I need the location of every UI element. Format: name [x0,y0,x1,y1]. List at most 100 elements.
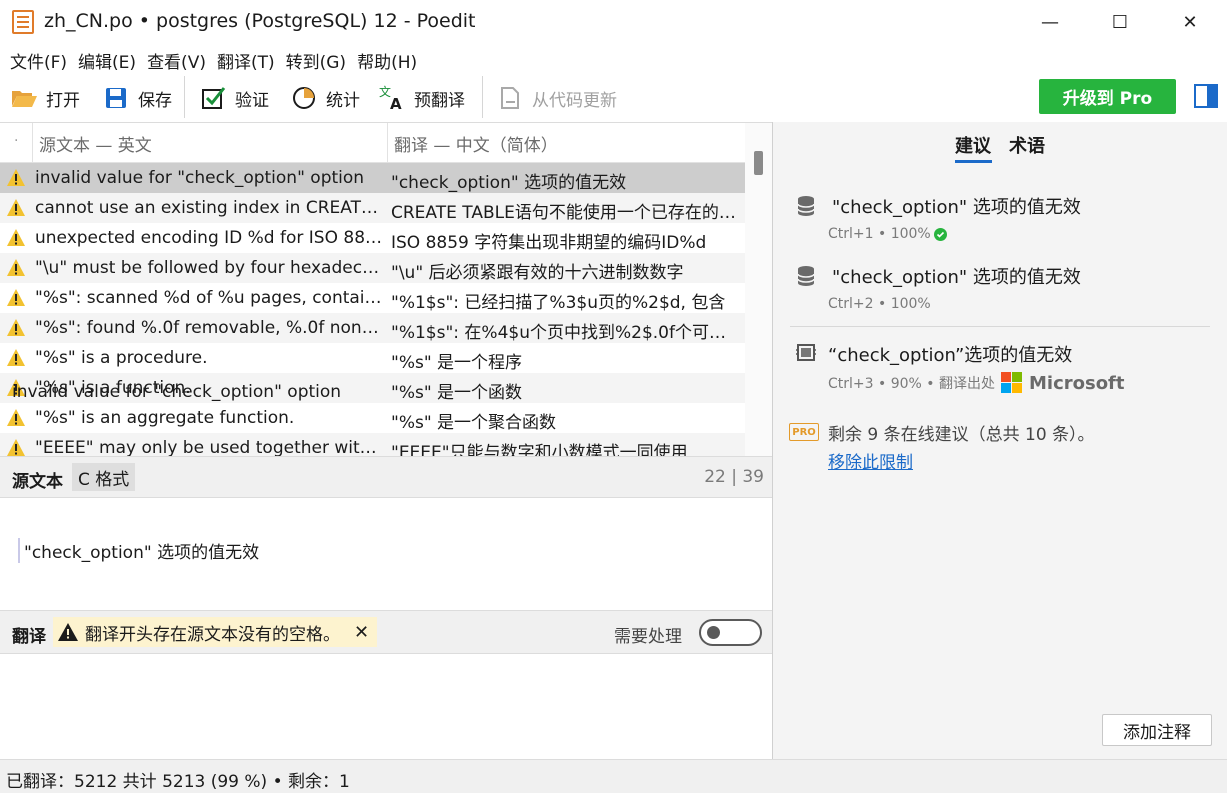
row-translation: "\u" 后必须紧跟有效的十六进制数数字 [391,263,684,283]
translation-label: 翻译 [12,627,46,647]
pretranslate-button[interactable]: 文A 预翻译 [378,82,465,114]
list-scrollbar[interactable] [745,123,772,456]
list-row[interactable]: "%s" is an aggregate function. "%s" 是一个聚… [0,403,745,433]
menu-view[interactable]: 查看(V) [147,48,206,73]
row-source: "\u" must be followed by four hexadecima… [35,258,383,278]
suggestion-meta: Ctrl+1 • 100% [828,226,947,242]
source-column-header[interactable]: 源文本 — 英文 [32,123,387,163]
menu-file[interactable]: 文件(F) [10,48,67,73]
menu-goto[interactable]: 转到(G) [286,48,346,73]
update-from-code-button[interactable]: 从代码更新 [496,82,617,114]
menu-help[interactable]: 帮助(H) [357,48,417,73]
plural-count: 22 | 39 [704,467,764,487]
close-button[interactable]: ✕ [1155,0,1225,44]
list-row[interactable]: "\u" must be followed by four hexadecima… [0,253,745,283]
pretranslate-label: 预翻译 [414,90,465,111]
tab-suggestions[interactable]: 建议 [955,132,991,158]
pro-badge: PRO [789,423,819,441]
svg-text:A: A [390,95,402,112]
c-format-tag: C 格式 [72,463,136,491]
list-row[interactable]: "%s": found %.0f removable, %.0f nonremo… [0,313,745,343]
add-comment-button[interactable]: 添加注释 [1102,714,1212,746]
list-row[interactable]: "EEEE" may only be used together with di… [0,433,745,456]
row-translation: "%s" 是一个函数 [391,383,523,403]
minimize-icon: — [1041,11,1059,33]
remove-limit-link[interactable]: 移除此限制 [828,448,913,473]
list-row[interactable]: "%s" is a procedure. "%s" 是一个程序 [0,343,745,373]
row-translation: CREATE TABLE语句不能使用一个已存在的索引 [391,203,736,223]
save-label: 保存 [138,90,172,111]
warning-icon [6,318,26,338]
minimize-button[interactable]: — [1015,0,1085,44]
provider-name: Microsoft [1028,372,1125,394]
sidebar-toggle-icon[interactable] [1194,84,1218,108]
open-label: 打开 [46,90,80,111]
translation-column-header[interactable]: 翻译 — 中文（简体） [387,123,745,163]
machine-translation-icon [796,342,816,366]
row-source: unexpected encoding ID %d for ISO 8859 c… [35,228,383,248]
close-icon[interactable]: ✕ [354,622,369,643]
menu-edit[interactable]: 编辑(E) [78,48,136,73]
suggestions-divider [790,326,1210,327]
folder-open-icon [10,84,38,112]
list-scrollbar-thumb[interactable] [754,151,763,175]
row-translation: "%s" 是一个程序 [391,353,523,373]
poedit-app-icon [12,10,34,34]
warning-icon [57,622,79,642]
save-button[interactable]: 保存 [102,82,172,114]
list-row[interactable]: "%s": scanned %d of %u pages, containing… [0,283,745,313]
row-translation: "%s" 是一个聚合函数 [391,413,557,433]
suggestion-text: “check_option”选项的值无效 [828,345,1073,366]
warning-icon [6,288,26,308]
warning-icon [6,258,26,278]
row-translation: "EEEE"只能与数字和小数模式一同使用 [391,443,688,456]
warning-icon [6,168,26,188]
status-text: 已翻译：5212 共计 5213 (99 %) • 剩余：1 [6,772,350,792]
maximize-button[interactable]: ☐ [1085,0,1155,44]
warning-icon [6,228,26,248]
list-row[interactable]: invalid value for "check_option" option … [0,163,745,193]
validate-label: 验证 [235,90,269,111]
list-header: · 源文本 — 英文 翻译 — 中文（简体） [0,123,745,163]
suggestion-text: "check_option" 选项的值无效 [832,197,1081,218]
row-source: "%s": found %.0f removable, %.0f nonremo… [35,318,383,338]
translation-bar: 翻译 翻译开头存在源文本没有的空格。 ✕ 需要处理 [0,610,772,654]
row-translation: "check_option" 选项的值无效 [391,173,627,193]
title-bar: zh_CN.po • postgres (PostgreSQL) 12 - Po… [0,0,1227,44]
tab-terms[interactable]: 术语 [1009,132,1045,158]
row-source: "EEEE" may only be used together with di… [35,438,383,456]
suggestion-meta: Ctrl+3 • 90% • 翻译出处 Microsoft [828,372,1125,394]
row-source: "%s" is a procedure. [35,348,208,368]
needs-work-toggle[interactable] [699,619,762,646]
row-source: "%s" is an aggregate function. [35,408,295,428]
source-text-label: 源文本 [12,472,63,492]
warning-icon [6,438,26,456]
stats-label: 统计 [326,90,360,111]
window-title: zh_CN.po • postgres (PostgreSQL) 12 - Po… [44,10,476,32]
suggestion-text: "check_option" 选项的值无效 [832,267,1081,288]
menu-translate[interactable]: 翻译(T) [217,48,275,73]
upgrade-to-pro-button[interactable]: 升级到 Pro [1039,79,1176,114]
translation-list-pane: · 源文本 — 英文 翻译 — 中文（简体） invalid value for… [0,122,772,759]
open-button[interactable]: 打开 [10,82,80,114]
row-translation: ISO 8859 字符集出现非期望的编码ID%d [391,233,707,253]
row-translation: "%1$s": 在%4$u个页中找到%2$.0f个可删除 [391,323,736,343]
warning-message: 翻译开头存在源文本没有的空格。 [85,624,340,645]
translation-editor[interactable]: "check_option" 选项的值无效 [18,538,259,563]
validate-button[interactable]: 验证 [199,82,269,114]
document-refresh-icon [496,84,524,112]
row-translation: "%1$s": 已经扫描了%3$u页的%2$d, 包含 [391,293,726,313]
suggestions-sidebar: 建议 术语 "check_option" 选项的值无效 Ctrl+1 • 100… [773,122,1227,759]
list-row[interactable]: unexpected encoding ID %d for ISO 8859 c… [0,223,745,253]
stats-button[interactable]: 统计 [290,82,360,114]
pie-chart-icon [290,84,318,112]
source-text-content: invalid value for "check_option" option [12,382,342,402]
close-icon: ✕ [1182,11,1198,33]
marker-column-header[interactable]: · [14,133,18,149]
warning-icon [6,348,26,368]
database-icon [796,264,816,288]
active-tab-indicator [955,160,992,163]
list-row[interactable]: cannot use an existing index in CREATE T… [0,193,745,223]
status-bar: 已翻译：5212 共计 5213 (99 %) • 剩余：1 [0,759,1227,793]
translation-list: invalid value for "check_option" option … [0,163,745,456]
